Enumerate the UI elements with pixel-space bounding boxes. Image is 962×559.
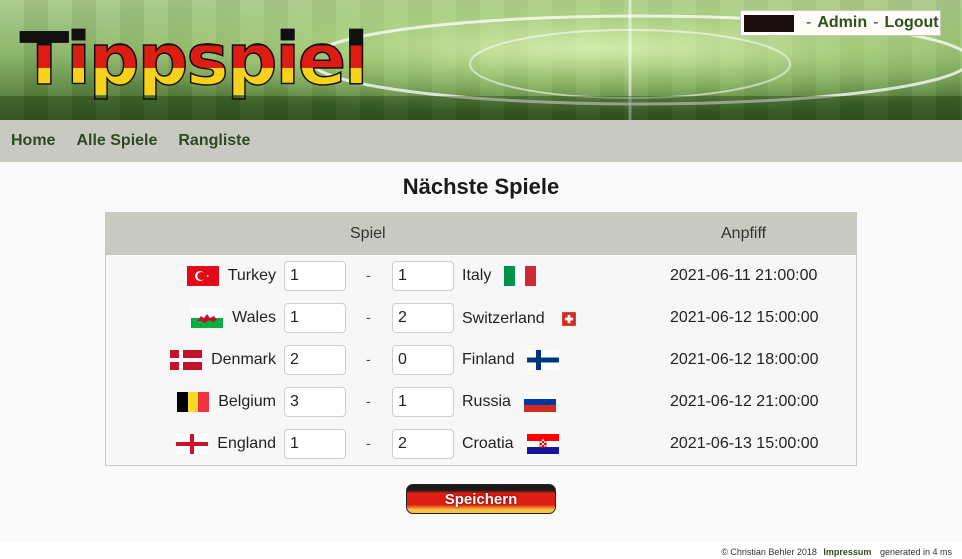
england-flag-icon (176, 434, 209, 454)
logout-link[interactable]: Logout (884, 14, 938, 32)
belgium-flag-icon (177, 392, 210, 412)
home-score-input[interactable] (284, 345, 346, 375)
main-navigation: Home Alle Spiele Rangliste (0, 120, 962, 162)
score-separator: - (366, 309, 371, 325)
away-team-name: Italy (462, 267, 492, 284)
home-team-name: Denmark (211, 351, 276, 368)
nav-rangliste[interactable]: Rangliste (178, 132, 250, 150)
admin-link[interactable]: Admin (817, 14, 867, 32)
away-team-name: Croatia (462, 435, 514, 452)
kickoff-time: 2021-06-12 15:00:00 (670, 309, 819, 326)
away-score-input[interactable] (392, 303, 454, 333)
switzerland-flag-icon (561, 312, 576, 326)
score-separator: - (366, 351, 371, 367)
games-table: Spiel Anpfiff Turkey - Italy (105, 212, 857, 466)
away-score-input[interactable] (392, 345, 454, 375)
italy-flag-icon (504, 266, 537, 286)
user-box: - Admin - Logout (740, 10, 941, 36)
score-separator: - (366, 267, 371, 283)
tippspiel-logo[interactable]: Tippspiel (19, 23, 369, 96)
table-row: Wales - Switzerland 2021-06-12 15:00:00 (106, 297, 856, 339)
footer: © Christian Behler 2018 Impressum genera… (0, 542, 962, 559)
impressum-link[interactable]: Impressum (823, 547, 871, 557)
table-row: Belgium - Russia 2021-06-12 21:00:00 (106, 381, 856, 423)
home-score-input[interactable] (284, 387, 346, 417)
home-team-name: England (217, 435, 276, 452)
header-banner: Tippspiel - Admin - Logout (0, 0, 962, 120)
user-separator: - (873, 14, 879, 31)
kickoff-time: 2021-06-12 18:00:00 (670, 351, 819, 368)
away-score-input[interactable] (392, 387, 454, 417)
away-score-input[interactable] (392, 429, 454, 459)
username-redacted (744, 14, 794, 32)
column-header-spiel: Spiel (350, 225, 386, 242)
table-row: Denmark - Finland 2021-06-12 18:00:00 (106, 339, 856, 381)
wales-flag-icon (191, 308, 224, 328)
table-row: England - Croatia 2021-06-13 15:00:00 (106, 423, 856, 465)
home-team-name: Wales (232, 309, 276, 326)
home-score-input[interactable] (284, 261, 346, 291)
finland-flag-icon (527, 350, 560, 370)
generated-time-text: generated in 4 ms (879, 547, 952, 557)
croatia-flag-icon (526, 434, 559, 454)
save-button[interactable]: Speichern (406, 484, 556, 514)
copyright-text: © Christian Behler 2018 (721, 547, 817, 557)
denmark-flag-icon (170, 350, 203, 370)
score-separator: - (366, 435, 371, 451)
main-content: Nächste Spiele Spiel Anpfiff Turkey - It… (0, 162, 962, 542)
russia-flag-icon (523, 392, 556, 412)
column-header-anpfiff: Anpfiff (721, 225, 767, 242)
away-team-name: Switzerland (462, 310, 545, 327)
away-score-input[interactable] (392, 261, 454, 291)
score-separator: - (366, 393, 371, 409)
kickoff-time: 2021-06-11 21:00:00 (670, 267, 818, 284)
page-title: Nächste Spiele (402, 174, 560, 199)
away-team-name: Finland (462, 351, 515, 368)
table-header: Spiel Anpfiff (106, 213, 856, 255)
turkey-flag-icon (186, 266, 219, 286)
away-team-name: Russia (462, 393, 511, 410)
home-score-input[interactable] (284, 303, 346, 333)
user-separator: - (806, 14, 812, 31)
kickoff-time: 2021-06-13 15:00:00 (670, 435, 819, 452)
nav-home[interactable]: Home (11, 132, 55, 150)
home-team-name: Turkey (227, 267, 276, 284)
home-team-name: Belgium (218, 393, 276, 410)
home-score-input[interactable] (284, 429, 346, 459)
nav-alle-spiele[interactable]: Alle Spiele (76, 132, 157, 150)
kickoff-time: 2021-06-12 21:00:00 (670, 393, 819, 410)
table-row: Turkey - Italy 2021-06-11 21:00:00 (106, 255, 856, 297)
